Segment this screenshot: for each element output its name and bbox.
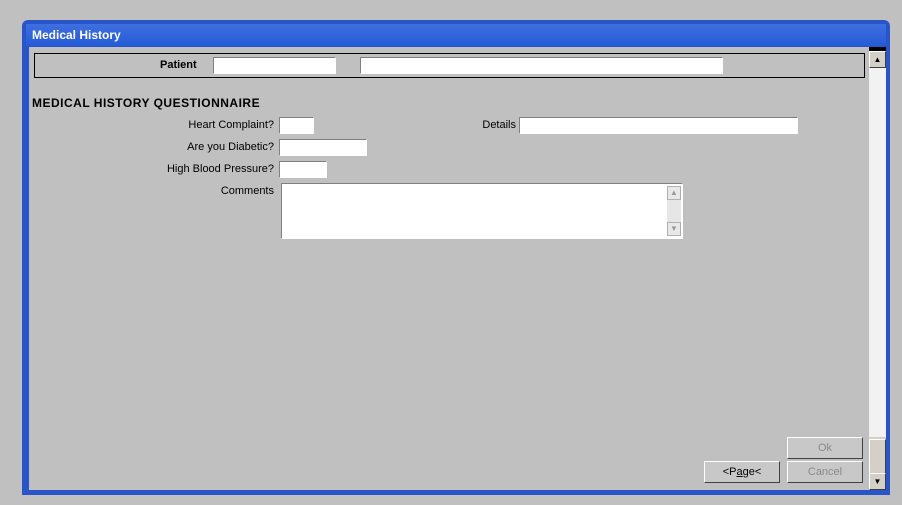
main-scrollbar[interactable]: ▲ ▼ <box>869 47 886 490</box>
comments-scrollbar[interactable]: ▲ ▼ <box>667 186 681 236</box>
details-field[interactable] <box>519 117 798 134</box>
comments-label: Comments <box>220 185 274 197</box>
comments-textarea[interactable] <box>281 183 683 239</box>
questionnaire-heading: MEDICAL HISTORY QUESTIONNAIRE <box>32 96 261 110</box>
details-label: Details <box>482 119 516 131</box>
scroll-up-arrow-icon[interactable]: ▲ <box>869 51 886 68</box>
ok-button[interactable]: Ok <box>787 437 863 459</box>
diabetic-label: Are you Diabetic? <box>187 141 274 153</box>
scroll-up-arrow-icon[interactable]: ▲ <box>667 186 681 200</box>
page-button-prefix: <P <box>722 466 737 478</box>
page-back-button[interactable]: <Page< <box>704 461 780 483</box>
scrollbar-track[interactable] <box>869 68 886 437</box>
blood-pressure-label: High Blood Pressure? <box>166 163 274 175</box>
cancel-button[interactable]: Cancel <box>787 461 863 483</box>
form-client-area <box>29 47 886 490</box>
patient-label: Patient <box>160 59 197 71</box>
diabetic-field[interactable] <box>279 139 367 156</box>
page-button-suffix: ge< <box>742 466 762 478</box>
scroll-down-arrow-icon[interactable]: ▼ <box>667 222 681 236</box>
patient-name-field[interactable] <box>360 57 723 74</box>
heart-complaint-field[interactable] <box>279 117 314 134</box>
heart-complaint-label: Heart Complaint? <box>188 119 274 131</box>
patient-id-field[interactable] <box>213 57 336 74</box>
window-title: Medical History <box>26 24 886 46</box>
scroll-down-arrow-icon[interactable]: ▼ <box>869 473 886 490</box>
blood-pressure-field[interactable] <box>279 161 327 178</box>
